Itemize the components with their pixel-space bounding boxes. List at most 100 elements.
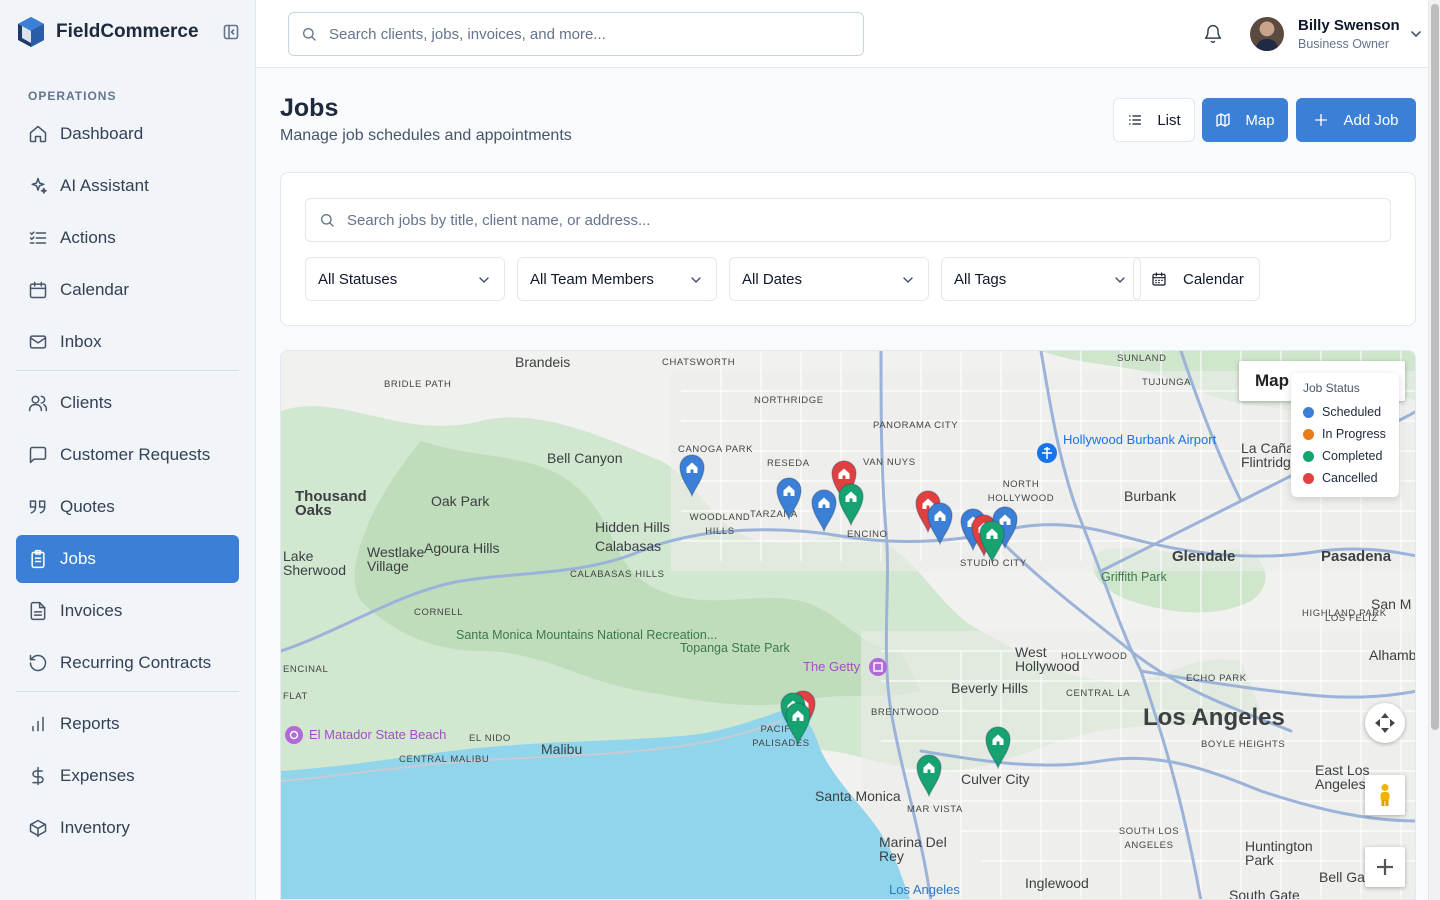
avatar[interactable] — [1250, 17, 1284, 51]
sidebar-item-inbox[interactable]: Inbox — [16, 318, 239, 366]
job-pin-completed[interactable] — [784, 701, 812, 747]
global-search-input[interactable] — [329, 25, 849, 43]
legend-label: In Progress — [1322, 427, 1386, 441]
map-view-button[interactable]: Map — [1202, 98, 1288, 142]
sidebar-item-calendar[interactable]: Calendar — [16, 266, 239, 314]
nav-divider — [16, 370, 239, 371]
map-label: LOS FELIZ — [1325, 613, 1378, 624]
map-label: Hidden Hills — [595, 519, 670, 535]
status-dot-completed — [1303, 450, 1314, 462]
job-pin-scheduled[interactable] — [678, 453, 706, 499]
map-label: BOYLE HEIGHTS — [1201, 739, 1286, 750]
sidebar-item-ai-assistant[interactable]: AI Assistant — [16, 162, 239, 210]
map-label: Bell Canyon — [547, 450, 623, 466]
sidebar-item-label: Quotes — [60, 497, 115, 516]
file-text-icon — [30, 601, 46, 621]
page-title: Jobs — [280, 94, 339, 122]
map-label: MAR VISTA — [907, 804, 963, 815]
sidebar-item-clients[interactable]: Clients — [16, 379, 239, 427]
job-pin-completed[interactable] — [978, 519, 1006, 565]
map-label: Los Angeles — [1143, 704, 1285, 731]
map-label: BRENTWOOD — [871, 707, 940, 718]
plus-icon — [1315, 114, 1328, 126]
map-label: CHATSWORTH — [662, 357, 736, 368]
job-pin-completed[interactable] — [837, 482, 865, 528]
map-label: Santa Monica — [815, 788, 901, 804]
calendar-view-button[interactable]: Calendar — [1133, 257, 1260, 301]
job-pin-scheduled[interactable] — [810, 488, 838, 534]
job-pin-completed[interactable] — [984, 725, 1012, 771]
team-select[interactable]: All Team Members — [517, 257, 717, 301]
status-dot-in-progress — [1303, 428, 1314, 440]
sidebar-item-quotes[interactable]: Quotes — [16, 483, 239, 531]
chevron-down-icon — [1115, 277, 1125, 284]
list-checks-icon — [29, 231, 47, 244]
map-label: Topanga State Park — [680, 641, 790, 655]
sidebar-item-recurring-contracts[interactable]: Recurring Contracts — [16, 639, 239, 687]
map-label: WOODLAND HILLS — [689, 512, 751, 537]
map-label: TUJUNGA — [1142, 377, 1192, 388]
map-icon — [1216, 113, 1231, 127]
map-view-label: Map — [1245, 111, 1275, 129]
map-label: Hollywood Burbank Airport — [1063, 432, 1217, 447]
scrollbar-thumb[interactable] — [1431, 4, 1439, 730]
map-label: South Gate — [1229, 887, 1300, 900]
page-scrollbar[interactable] — [1428, 0, 1440, 900]
job-search-input[interactable] — [347, 211, 1347, 229]
dates-select[interactable]: All Dates — [729, 257, 929, 301]
rotate-icon — [29, 654, 47, 672]
sidebar-item-inventory[interactable]: Inventory — [16, 804, 239, 852]
street-view-button[interactable] — [1365, 775, 1405, 815]
bell-icon[interactable] — [1203, 24, 1223, 44]
calendar-icon — [29, 281, 47, 299]
brand[interactable]: FieldCommerce — [16, 14, 240, 50]
sidebar-nav: Dashboard AI Assistant Actions Calendar … — [16, 110, 239, 856]
sidebar-item-invoices[interactable]: Invoices — [16, 587, 239, 635]
job-pin-scheduled[interactable] — [775, 476, 803, 522]
map-label: Glendale — [1172, 548, 1236, 565]
map-label: Oak Park — [431, 493, 490, 509]
chevron-down-icon[interactable] — [1410, 28, 1422, 40]
sidebar-collapse-icon[interactable] — [222, 23, 240, 41]
sidebar-item-label: AI Assistant — [60, 176, 149, 195]
map-label: SUNLAND — [1117, 353, 1167, 364]
job-pin-completed[interactable] — [915, 753, 943, 799]
map-label: Agoura Hills — [424, 540, 500, 556]
search-icon — [321, 214, 334, 227]
map-label: SOUTH LOS ANGELES — [1118, 826, 1180, 851]
sidebar-item-reports[interactable]: Reports — [16, 700, 239, 748]
map-label: Burbank — [1124, 488, 1177, 504]
status-select-value: All Statuses — [318, 270, 398, 288]
map-label: San M — [1371, 596, 1412, 612]
jobs-map[interactable]: Brandeis CHATSWORTH SUNLAND TUJUNGA BRIDLE P… — [280, 350, 1416, 900]
job-search[interactable] — [305, 198, 1391, 242]
map-background[interactable] — [281, 351, 1416, 900]
message-square-icon — [29, 446, 47, 464]
map-label: Brandeis — [515, 354, 571, 370]
home-icon — [29, 125, 47, 143]
sidebar-item-label: Expenses — [60, 766, 135, 785]
status-select[interactable]: All Statuses — [305, 257, 505, 301]
fullscreen-button[interactable] — [1365, 703, 1405, 743]
filter-card: All Statuses All Team Members All Dates … — [280, 172, 1416, 326]
sidebar-item-actions[interactable]: Actions — [16, 214, 239, 262]
chevron-down-icon — [479, 277, 489, 284]
user-name[interactable]: Billy Swenson — [1298, 17, 1400, 34]
global-search[interactable] — [288, 12, 864, 56]
sidebar-item-jobs[interactable]: Jobs — [16, 535, 239, 583]
job-status-legend: Job Status Scheduled In Progress Complet… — [1291, 373, 1399, 497]
sidebar-item-customer-requests[interactable]: Customer Requests — [16, 431, 239, 479]
map-label: NORTH HOLLYWOOD — [987, 479, 1055, 504]
map-label: CENTRAL MALIBU — [399, 754, 490, 765]
tags-select[interactable]: All Tags — [941, 257, 1141, 301]
list-view-button[interactable]: List — [1113, 98, 1195, 142]
job-pin-scheduled[interactable] — [926, 501, 954, 547]
map-label: ECHO PARK — [1186, 673, 1247, 684]
add-job-button[interactable]: Add Job — [1296, 98, 1416, 142]
sidebar-item-label: Customer Requests — [60, 445, 211, 464]
sidebar-item-dashboard[interactable]: Dashboard — [16, 110, 239, 158]
map-label: HOLLYWOOD — [1061, 651, 1128, 662]
sidebar-item-expenses[interactable]: Expenses — [16, 752, 239, 800]
zoom-in-button[interactable] — [1365, 847, 1405, 887]
sidebar-item-label: Invoices — [60, 601, 123, 620]
